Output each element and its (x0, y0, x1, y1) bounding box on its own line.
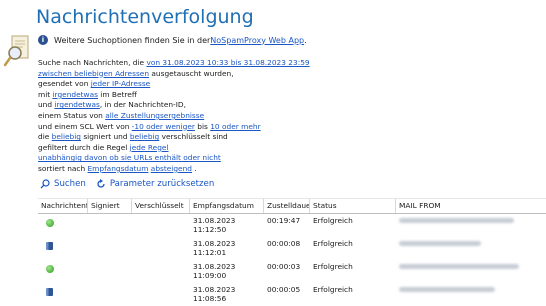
query-text: im Betreff (97, 89, 137, 99)
search-button-label: Suchen (54, 179, 86, 189)
query-text: und einem SCL Wert von (38, 121, 132, 131)
received-date: 31.08.2023 (193, 216, 236, 225)
delivery-duration: 00:00:03 (267, 262, 301, 271)
server-icon (46, 288, 53, 296)
query-text: mit (38, 89, 53, 99)
redacted-sender (399, 218, 514, 223)
info-text: Weitere Suchoptionen finden Sie in der (54, 35, 211, 45)
column-header-signed[interactable]: Signiert (88, 199, 132, 213)
sort-field-link[interactable]: Empfangsdatum (88, 164, 149, 173)
reset-icon (97, 179, 105, 188)
redacted-sender (399, 287, 495, 292)
query-text: signiert und (80, 132, 130, 142)
signed-link[interactable]: beliebig (52, 132, 81, 141)
info-suffix: . (304, 35, 307, 45)
received-date: 31.08.2023 (193, 285, 236, 294)
received-date: 31.08.2023 (193, 262, 236, 271)
received-date: 31.08.2023 (193, 239, 236, 248)
query-text: , in der Nachrichten-ID, (99, 100, 186, 110)
received-time: 11:08:56 (193, 294, 227, 303)
query-text: verschlüsselt sind (159, 132, 228, 142)
status-text: Erfolgreich (313, 285, 353, 294)
status-text: Erfolgreich (313, 262, 353, 271)
ip-address-link[interactable]: jeder IP-Adresse (91, 79, 151, 88)
rule-link[interactable]: jede Regel (130, 143, 169, 152)
url-filter-link[interactable]: unabhängig davon ob sie URLs enthält ode… (38, 153, 221, 162)
query-text: ausgetauscht wurden, (149, 68, 234, 78)
scl-max-link[interactable]: 10 oder mehr (210, 122, 260, 131)
query-text: die (38, 132, 52, 142)
delivery-duration: 00:19:47 (267, 216, 301, 225)
info-icon: i (38, 35, 48, 45)
query-text: gesendet von (38, 79, 91, 89)
encrypted-link[interactable]: beliebig (130, 132, 159, 141)
server-icon (46, 242, 53, 250)
info-line: i Weitere Suchoptionen finden Sie in der… (38, 35, 307, 45)
message-id-link[interactable]: irgendetwas (54, 100, 99, 109)
redacted-sender (399, 264, 519, 269)
inbound-ok-icon (46, 219, 54, 227)
table-row[interactable]: 31.08.2023 11:12:50 00:19:47 Erfolgreich (38, 214, 546, 237)
page-title: Nachrichtenverfolgung (36, 6, 254, 28)
web-app-link[interactable]: NoSpamProxy Web App (210, 36, 304, 45)
delivery-duration: 00:00:05 (267, 285, 301, 294)
query-text: Suche nach Nachrichten, die (38, 58, 147, 67)
column-header-flow[interactable]: Nachrichtenfluss (38, 199, 88, 213)
status-link[interactable]: alle Zustellungsergebnisse (105, 111, 204, 120)
column-header-mail-from[interactable]: MAIL FROM (396, 199, 546, 213)
magnifier-document-icon (4, 35, 29, 67)
search-icon (40, 179, 50, 189)
status-text: Erfolgreich (313, 216, 353, 225)
redacted-sender (399, 241, 481, 246)
date-range-link[interactable]: von 31.08.2023 10:33 bis 31.08.2023 23:5… (146, 58, 309, 67)
search-button[interactable]: Suchen (40, 179, 86, 189)
inbound-ok-icon (46, 265, 54, 273)
column-header-encrypted[interactable]: Verschlüsselt (132, 199, 190, 213)
reset-parameters-button[interactable]: Parameter zurücksetzen (96, 179, 214, 189)
message-table: Nachrichtenfluss Signiert Verschlüsselt … (38, 198, 546, 306)
table-row[interactable]: 31.08.2023 11:09:00 00:00:03 Erfolgreich (38, 260, 546, 283)
column-header-received[interactable]: Empfangsdatum (190, 199, 264, 213)
reset-button-label: Parameter zurücksetzen (109, 179, 215, 189)
received-time: 11:09:00 (193, 271, 227, 280)
table-row[interactable]: 31.08.2023 11:08:56 00:00:05 Erfolgreich (38, 283, 546, 306)
action-bar: Suchen Parameter zurücksetzen (40, 179, 214, 189)
query-text: einem Status von (38, 110, 106, 120)
query-text: und (38, 100, 55, 110)
table-header: Nachrichtenfluss Signiert Verschlüsselt … (38, 198, 546, 214)
sort-order-link[interactable]: absteigend (151, 164, 192, 173)
address-link[interactable]: zwischen beliebigen Adressen (38, 69, 149, 78)
subject-link[interactable]: irgendetwas (53, 90, 98, 99)
query-text: gefiltert durch die Regel (38, 142, 130, 152)
received-time: 11:12:01 (193, 248, 227, 257)
status-text: Erfolgreich (313, 239, 353, 248)
column-header-duration[interactable]: Zustelldauer (264, 199, 310, 213)
query-text: bis (194, 121, 211, 131)
search-query-description: Suche nach Nachrichten, die von 31.08.20… (38, 58, 310, 175)
table-row[interactable]: 31.08.2023 11:12:01 00:00:08 Erfolgreich (38, 237, 546, 260)
scl-min-link[interactable]: -10 oder weniger (132, 122, 195, 131)
received-time: 11:12:50 (193, 225, 227, 234)
query-text: sortiert nach (38, 163, 88, 173)
delivery-duration: 00:00:08 (267, 239, 301, 248)
column-header-status[interactable]: Status (310, 199, 396, 213)
query-text: . (191, 163, 197, 173)
